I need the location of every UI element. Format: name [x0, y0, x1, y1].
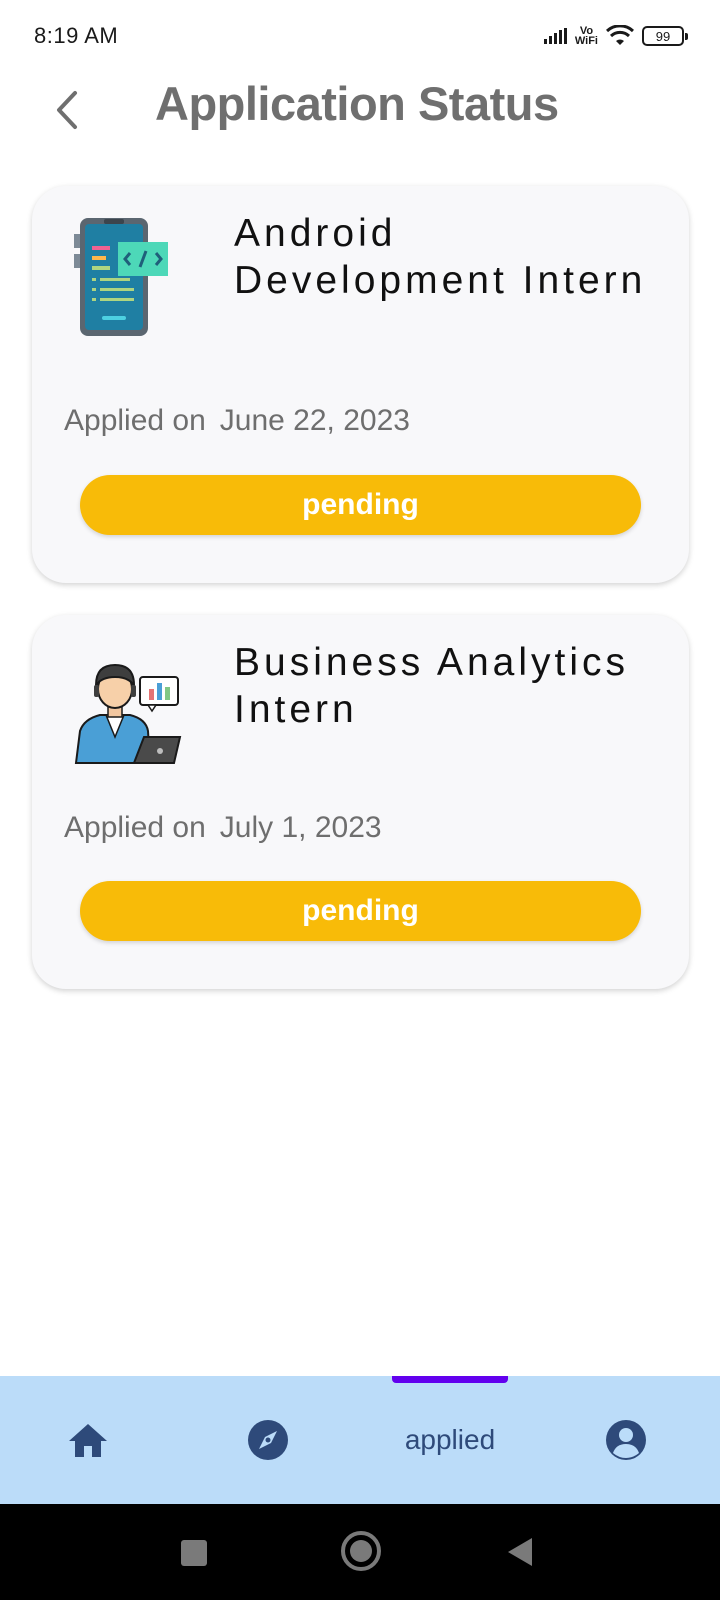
- back-triangle-button[interactable]: [508, 1538, 532, 1566]
- status-time: 8:19 AM: [34, 23, 119, 48]
- bottom-nav: applied: [0, 1376, 720, 1504]
- status-icons: Vo WiFi 99: [543, 25, 688, 47]
- app-header: Application Status: [0, 72, 720, 172]
- applied-row: Applied on July 1, 2023: [64, 811, 382, 845]
- chevron-left-icon: [57, 91, 77, 129]
- job-title: Business Analytics Intern: [234, 641, 629, 731]
- mobile-code-icon: [72, 216, 182, 336]
- status-badge[interactable]: pending: [80, 881, 641, 941]
- applied-label: Applied on: [64, 404, 206, 437]
- vowifi-indicator: Vo WiFi: [574, 26, 598, 47]
- analyst-person-icon: [72, 645, 182, 765]
- nav-applied[interactable]: applied: [392, 1416, 508, 1464]
- compass-icon: [248, 1420, 288, 1460]
- back-button[interactable]: [44, 82, 88, 138]
- wifi-icon: [606, 25, 634, 45]
- battery-icon: 99: [642, 26, 688, 46]
- applied-label: Applied on: [64, 811, 206, 844]
- page-title: Application Status: [155, 77, 559, 130]
- nav-home[interactable]: [66, 1416, 110, 1464]
- applied-row: Applied on June 22, 2023: [64, 404, 410, 438]
- account-icon: [606, 1420, 646, 1460]
- battery-level: 99: [655, 28, 671, 44]
- active-tab-indicator: [392, 1376, 508, 1383]
- home-circle-icon: [350, 1540, 372, 1562]
- home-icon: [69, 1424, 107, 1457]
- status-badge[interactable]: pending: [80, 475, 641, 535]
- home-button[interactable]: [341, 1531, 381, 1571]
- nav-explore[interactable]: [246, 1416, 290, 1464]
- recents-button[interactable]: [181, 1540, 207, 1566]
- application-card[interactable]: Business Analytics Intern Applied on July…: [32, 615, 689, 989]
- status-bar: 8:19 AM Vo WiFi 99: [0, 0, 720, 72]
- applied-date: July 1, 2023: [219, 811, 382, 844]
- job-title: Android Development Intern: [234, 212, 647, 302]
- application-card[interactable]: Android Development Intern Applied on Jun…: [32, 186, 689, 583]
- applied-date: June 22, 2023: [219, 404, 410, 437]
- system-nav-bar: [0, 1504, 720, 1600]
- nav-profile[interactable]: [604, 1416, 648, 1464]
- signal-icon: [543, 28, 567, 44]
- vowifi-bottom: WiFi: [574, 35, 598, 47]
